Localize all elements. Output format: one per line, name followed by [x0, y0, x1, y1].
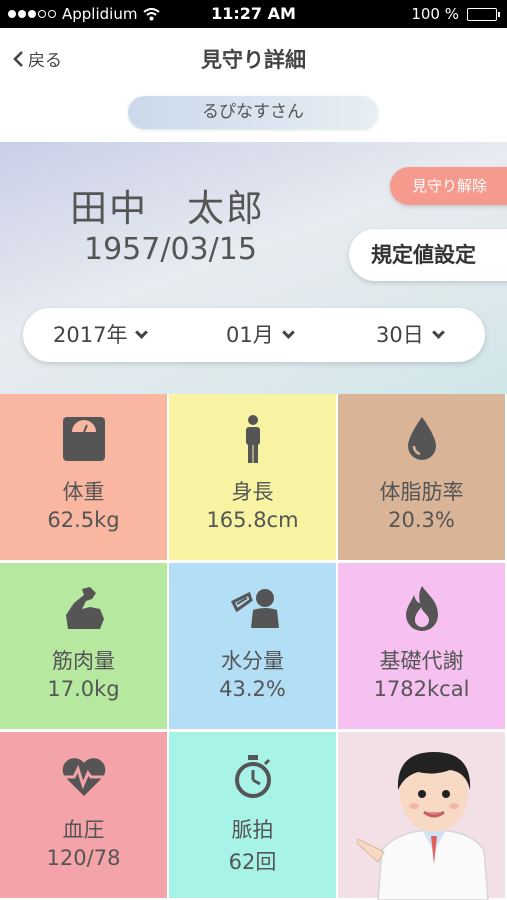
water-value: 43.2%: [219, 677, 286, 701]
weight-value: 62.5kg: [47, 508, 120, 532]
person-name: 田中 太郎: [70, 187, 265, 230]
metrics-grid: 体重 62.5kg 身長 165.8cm 体脂肪率 20.3% 筋肉量 17.0…: [0, 394, 507, 900]
year-value: 2017年: [53, 323, 128, 347]
height-value: 165.8cm: [206, 508, 299, 532]
body-fat-label: 体脂肪率: [379, 480, 464, 504]
doctor-illustration-tile: [338, 732, 507, 900]
muscle-label: 筋肉量: [52, 649, 115, 673]
chevron-down-icon: [431, 326, 445, 339]
stopwatch-icon: [169, 754, 336, 800]
pulse-tile[interactable]: 脈拍 62回: [169, 732, 338, 900]
basal-metabolism-tile[interactable]: 基礎代謝 1782kcal: [338, 563, 507, 731]
day-select[interactable]: 30日: [376, 308, 445, 362]
birth-date: 1957/03/15: [84, 232, 257, 267]
chevron-down-icon: [281, 326, 295, 339]
battery-icon: [467, 7, 500, 21]
month-value: 01月: [226, 323, 274, 347]
chevron-down-icon: [135, 326, 149, 339]
muscle-value: 17.0kg: [47, 677, 120, 701]
day-value: 30日: [376, 323, 424, 347]
water-tile[interactable]: 水分量 43.2%: [169, 563, 338, 731]
water-label: 水分量: [221, 649, 284, 673]
muscle-tile[interactable]: 筋肉量 17.0kg: [0, 563, 169, 731]
muscle-icon: [0, 585, 167, 631]
battery-label: 100 %: [411, 5, 459, 23]
drop-icon: [338, 416, 505, 462]
doctor-illustration: [356, 752, 489, 900]
basal-metabolism-value: 1782kcal: [373, 677, 470, 701]
weight-tile[interactable]: 体重 62.5kg: [0, 394, 169, 562]
month-select[interactable]: 01月: [226, 308, 295, 362]
blood-pressure-tile[interactable]: 血圧 120/78: [0, 732, 169, 900]
height-label: 身長: [231, 480, 274, 504]
profile-section: 田中 太郎 1957/03/15 見守り解除 規定値設定 2017年 01月 3…: [0, 142, 507, 394]
flame-icon: [338, 585, 505, 631]
status-right: 100 %: [411, 5, 500, 23]
basal-metabolism-label: 基礎代謝: [379, 649, 464, 673]
drinking-icon: [169, 585, 336, 631]
page-title: 見守り詳細: [201, 48, 306, 72]
height-tile[interactable]: 身長 165.8cm: [169, 394, 338, 562]
threshold-setting-button[interactable]: 規定値設定: [349, 229, 507, 281]
body-fat-value: 20.3%: [388, 508, 455, 532]
scale-icon: [0, 416, 167, 462]
release-watch-button[interactable]: 見守り解除: [390, 167, 507, 205]
person-icon: [169, 415, 336, 463]
status-bar: Applidium 11:27 AM 100 %: [0, 0, 507, 28]
user-name-pill: るぴなすさん: [128, 96, 378, 129]
body-fat-tile[interactable]: 体脂肪率 20.3%: [338, 394, 507, 562]
date-selector: 2017年 01月 30日: [23, 308, 485, 362]
nav-bar: 戻る 見守り詳細: [0, 28, 507, 90]
blood-pressure-value: 120/78: [46, 846, 121, 870]
blood-pressure-label: 血圧: [62, 818, 105, 842]
year-select[interactable]: 2017年: [53, 308, 149, 362]
pulse-label: 脈拍: [231, 818, 274, 842]
heartbeat-icon: [0, 754, 167, 800]
weight-label: 体重: [62, 480, 105, 504]
pulse-value: 62回: [228, 850, 277, 874]
